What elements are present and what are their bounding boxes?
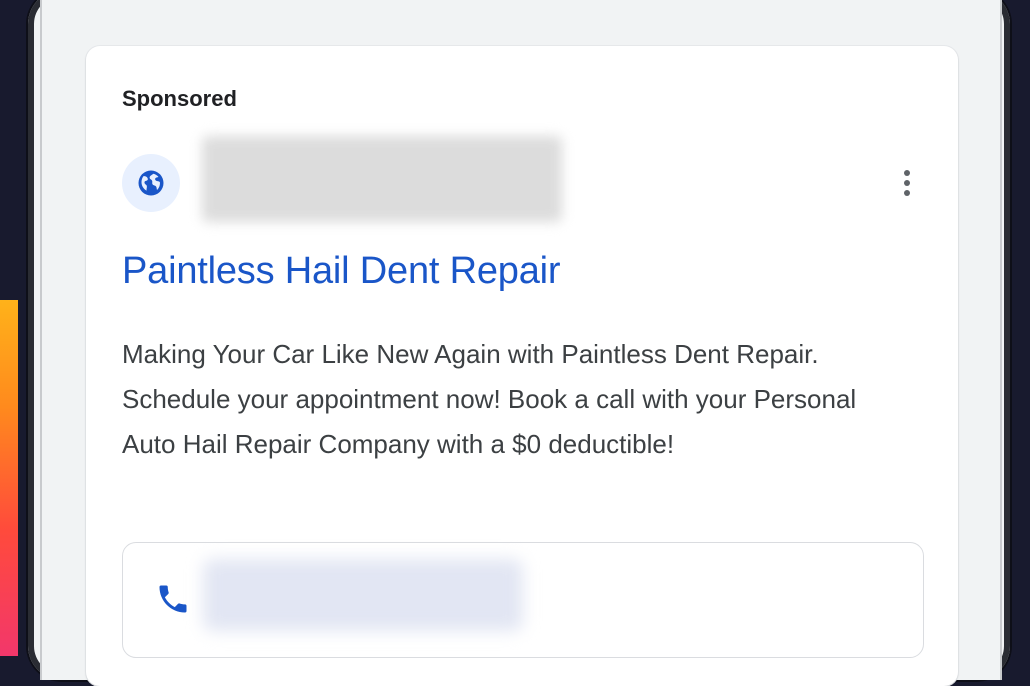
advertiser-row[interactable] bbox=[122, 136, 922, 226]
sponsored-label: Sponsored bbox=[122, 86, 237, 111]
call-extension[interactable] bbox=[122, 542, 924, 658]
background-gradient-strip bbox=[0, 300, 18, 656]
phone-icon bbox=[159, 585, 187, 613]
more-vert-icon[interactable] bbox=[892, 166, 922, 200]
globe-icon bbox=[122, 154, 180, 212]
ad-description: Making Your Car Like New Again with Pain… bbox=[122, 339, 857, 459]
ad-headline-link[interactable]: Paintless Hail Dent Repair bbox=[122, 250, 561, 293]
sponsored-ad-card[interactable]: Sponsored Paintless Hail Dent Repair Mak… bbox=[86, 46, 958, 686]
advertiser-name-redacted bbox=[202, 136, 562, 222]
phone-number-redacted bbox=[203, 559, 523, 631]
